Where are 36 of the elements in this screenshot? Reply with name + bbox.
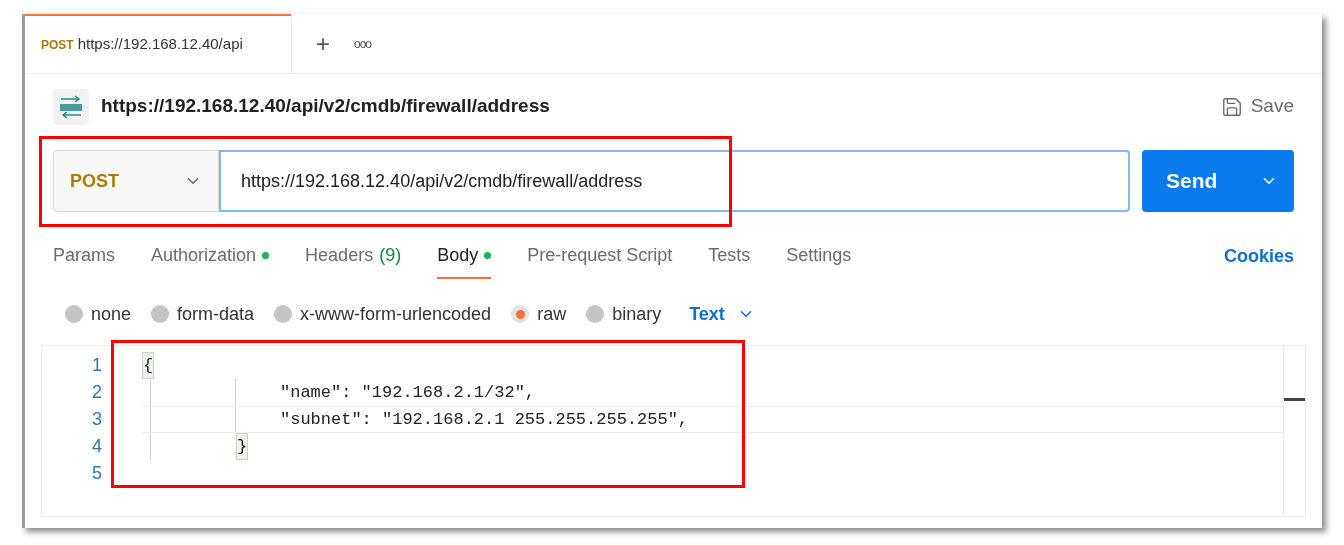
request-tab[interactable]: Settings <box>786 233 852 279</box>
body-type-radio[interactable]: raw <box>511 300 567 328</box>
http-icon <box>53 88 89 125</box>
scroll-marker <box>1284 398 1305 401</box>
code-line: "subnet": "192.168.2.1 255.255.255.255", <box>280 408 689 431</box>
save-button[interactable]: Save <box>1220 92 1294 121</box>
request-tab[interactable]: Pre-request Script <box>527 233 673 279</box>
method-label: POST <box>41 36 74 54</box>
request-tab[interactable]: POST https://192.168.12.40/api <box>25 14 291 73</box>
request-tab[interactable]: Body <box>437 233 492 279</box>
body-type-radio[interactable]: x-www-form-urlencoded <box>274 300 492 328</box>
request-tab[interactable]: Tests <box>708 233 751 279</box>
code-editor[interactable]: 1 2 3 4 5 { "name": "192.168.2.1/32", "subnet": "192.168.2.1 255.255.255.255", } <box>41 345 1306 517</box>
cookies-link[interactable]: Cookies <box>1223 242 1294 270</box>
code-line: "name": "192.168.2.1/32", <box>280 381 536 404</box>
url-field[interactable]: https://192.168.12.40/api/v2/cmdb/firewall/address <box>219 150 1130 212</box>
line-number: 4 <box>92 435 102 458</box>
save-icon <box>1220 95 1243 118</box>
format-select[interactable]: Text <box>689 300 755 328</box>
more-button[interactable]: ooo <box>354 34 372 53</box>
new-tab-button[interactable]: + <box>316 31 330 56</box>
request-title: https://192.168.12.40/api/v2/cmdb/firewall/address <box>101 94 550 119</box>
request-tab[interactable]: Authorization <box>151 233 270 279</box>
request-tab[interactable]: Headers (9) <box>305 233 402 279</box>
body-type-radio[interactable]: binary <box>586 300 662 328</box>
line-number: 1 <box>92 354 102 377</box>
tab-title: https://192.168.12.40/api <box>77 34 243 55</box>
body-type-radio[interactable]: none <box>65 300 132 328</box>
request-tab[interactable]: Params <box>53 233 115 279</box>
line-number: 5 <box>92 462 102 485</box>
method-select[interactable]: POST <box>53 150 219 212</box>
line-number: 3 <box>92 408 102 431</box>
count-label: (9) <box>379 243 402 267</box>
send-button[interactable]: Send <box>1142 150 1294 212</box>
line-number: 2 <box>92 381 102 404</box>
body-type-radio[interactable]: form-data <box>151 300 255 328</box>
